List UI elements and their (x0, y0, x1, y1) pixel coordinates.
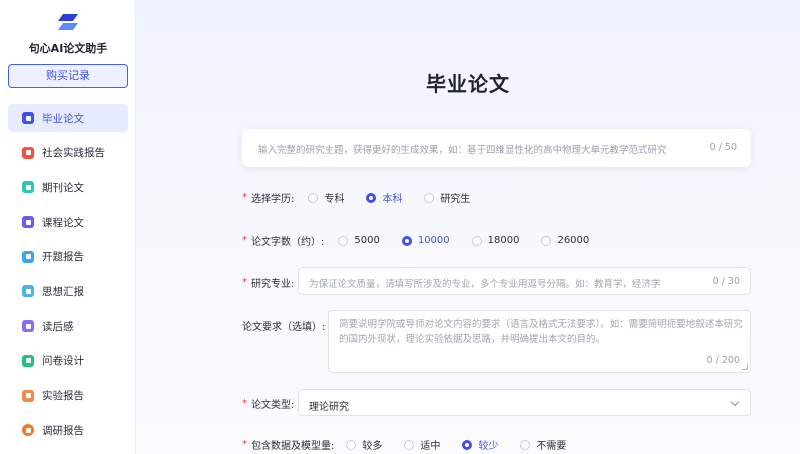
topic-placeholder: 输入完整的研究主题，获得更好的生成效果，如：基于四维显性化的高中物理大单元教学范… (258, 145, 667, 156)
paper-type-row: * 论文类型: (242, 398, 295, 411)
sidebar-item-label: 思想汇报 (42, 285, 84, 298)
course-paper-icon (22, 216, 34, 229)
word-count-label: 论文字数（约）: (251, 237, 325, 248)
proposal-icon (22, 250, 34, 263)
sidebar-item-proposal[interactable]: 开题报告 (8, 243, 128, 271)
sidebar-item-label: 开题报告 (42, 251, 84, 264)
data-model-option-0[interactable]: 较多 (346, 437, 382, 452)
sidebar-item-label: 问卷设计 (42, 355, 84, 368)
word-count-option-3[interactable]: 26000 (541, 235, 589, 246)
radio-icon (308, 192, 319, 203)
education-option-label: 本科 (382, 194, 403, 205)
requirements-row: 论文要求（选填）: (242, 318, 325, 333)
data-model-option-label: 较少 (478, 441, 499, 452)
topic-input[interactable]: 输入完整的研究主题，获得更好的生成效果，如：基于四维显性化的高中物理大单元教学范… (242, 129, 751, 167)
word-count-row: * 论文字数（约）: 5000 10000 18000 26000 (242, 235, 590, 248)
research-report-icon (22, 424, 34, 437)
sidebar-item-label: 期刊论文 (42, 181, 84, 194)
sidebar-item-journal[interactable]: 期刊论文 (8, 173, 128, 201)
sidebar-item-label: 实验报告 (42, 390, 84, 402)
education-label: 选择学历: (251, 194, 295, 205)
word-count-option-label: 10000 (417, 235, 450, 246)
major-char-counter: 0 / 30 (712, 276, 740, 287)
sidebar-nav: 毕业论文社会实践报告 期刊论文课程论文开题报告思想汇报读后感问卷设计实验报告调研报… (8, 104, 128, 451)
radio-icon (401, 235, 412, 246)
education-option-0[interactable]: 专科 (308, 190, 344, 205)
practice-report-icon (22, 146, 34, 159)
page-title: 毕业论文 (426, 72, 510, 96)
sidebar-item-practice-report[interactable]: 社会实践报告 (8, 139, 128, 167)
radio-icon (346, 439, 357, 450)
radio-icon (404, 439, 415, 450)
radio-icon (366, 192, 377, 203)
paper-type-label: 论文类型: (251, 400, 295, 411)
radio-icon (471, 235, 482, 246)
education-options: 专科 本科 研究生 (294, 190, 470, 205)
brand-logo-icon (58, 14, 78, 30)
major-input[interactable]: 为保证论文质量，请填写所涉及的专业，多个专业用逗号分隔。如：教育学，经济学 0 … (298, 267, 751, 295)
thought-report-icon (22, 285, 34, 298)
sidebar-item-experiment-report[interactable]: 实验报告 (8, 382, 128, 410)
education-option-label: 专科 (324, 194, 345, 205)
data-model-option-label: 适中 (420, 441, 441, 452)
major-placeholder: 为保证论文质量，请填写所涉及的专业，多个专业用逗号分隔。如：教育学，经济学 (309, 279, 661, 290)
sidebar-item-course-paper[interactable]: 课程论文 (8, 208, 128, 236)
requirements-placeholder: 简要说明学院或导师对论文内容的要求（语言及格式无法要求）。如：需要简明扼要地叙述… (339, 319, 743, 345)
journal-icon (22, 181, 34, 194)
sidebar-item-label: 课程论文 (42, 216, 84, 229)
thesis-icon (22, 112, 34, 124)
paper-type-value: 理论研究 (309, 402, 349, 413)
major-row: * 研究专业: (242, 277, 295, 290)
education-option-label: 研究生 (440, 194, 471, 205)
data-model-option-label: 较多 (362, 441, 383, 452)
main-panel: 毕业论文 输入完整的研究主题，获得更好的生成效果，如：基于四维显性化的高中物理大… (136, 0, 800, 454)
data-model-option-label: 不需要 (536, 441, 567, 452)
resize-handle-icon[interactable] (742, 364, 748, 370)
sidebar-item-thought-report[interactable]: 思想汇报 (8, 277, 128, 305)
major-label: 研究专业: (251, 279, 295, 290)
data-model-row: * 包含数据及模型量: 较多 适中 较少 不需要 (242, 437, 567, 452)
data-model-option-2[interactable]: 较少 (462, 437, 498, 452)
word-count-options: 5000 10000 18000 26000 (324, 235, 589, 246)
radio-icon (520, 439, 531, 450)
radio-icon (541, 235, 552, 246)
word-count-option-0[interactable]: 5000 (338, 235, 380, 246)
sidebar-item-label: 毕业论文 (42, 112, 84, 125)
sidebar-item-questionnaire[interactable]: 问卷设计 (8, 347, 128, 375)
sidebar: 句心AI论文助手 购买记录 毕业论文社会实践报告 期刊论文课程论文开题报告思想汇报… (0, 0, 136, 454)
sidebar-item-label: 读后感 (42, 320, 74, 333)
word-count-option-2[interactable]: 18000 (471, 235, 520, 246)
word-count-option-label: 5000 (354, 235, 380, 246)
chevron-down-icon (730, 397, 740, 407)
data-model-option-1[interactable]: 适中 (404, 437, 440, 452)
radio-icon (462, 439, 473, 450)
sidebar-item-label: 社会实践报告 (42, 147, 105, 160)
brand-name: 句心AI论文助手 (28, 42, 108, 55)
requirements-textarea[interactable]: 简要说明学院或导师对论文内容的要求（语言及格式无法要求）。如：需要简明扼要地叙述… (328, 310, 751, 373)
reading-note-icon (22, 320, 34, 333)
data-model-label: 包含数据及模型量: (251, 441, 335, 452)
education-option-2[interactable]: 研究生 (424, 190, 470, 205)
paper-type-select[interactable]: 理论研究 (298, 389, 751, 416)
word-count-option-1[interactable]: 10000 (401, 235, 450, 246)
education-option-1[interactable]: 本科 (366, 190, 402, 205)
radio-icon (424, 192, 435, 203)
sidebar-item-label: 调研报告 (42, 424, 84, 437)
word-count-option-label: 18000 (487, 235, 520, 246)
sidebar-item-research-report[interactable]: 调研报告 (8, 416, 128, 444)
word-count-option-label: 26000 (557, 235, 590, 246)
education-row: * 选择学历: 专科 本科 研究生 (242, 190, 471, 205)
topic-char-counter: 0 / 50 (709, 142, 737, 153)
questionnaire-icon (22, 354, 34, 367)
requirements-char-counter: 0 / 200 (706, 355, 740, 366)
purchase-history-button[interactable]: 购买记录 (8, 64, 128, 88)
sidebar-item-reading-note[interactable]: 读后感 (8, 312, 128, 340)
sidebar-item-thesis[interactable]: 毕业论文 (8, 104, 128, 132)
data-model-options: 较多 适中 较少 不需要 (334, 437, 566, 452)
experiment-report-icon (22, 389, 34, 402)
radio-icon (338, 235, 349, 246)
data-model-option-3[interactable]: 不需要 (520, 437, 566, 452)
requirements-label: 论文要求（选填）: (242, 322, 326, 333)
